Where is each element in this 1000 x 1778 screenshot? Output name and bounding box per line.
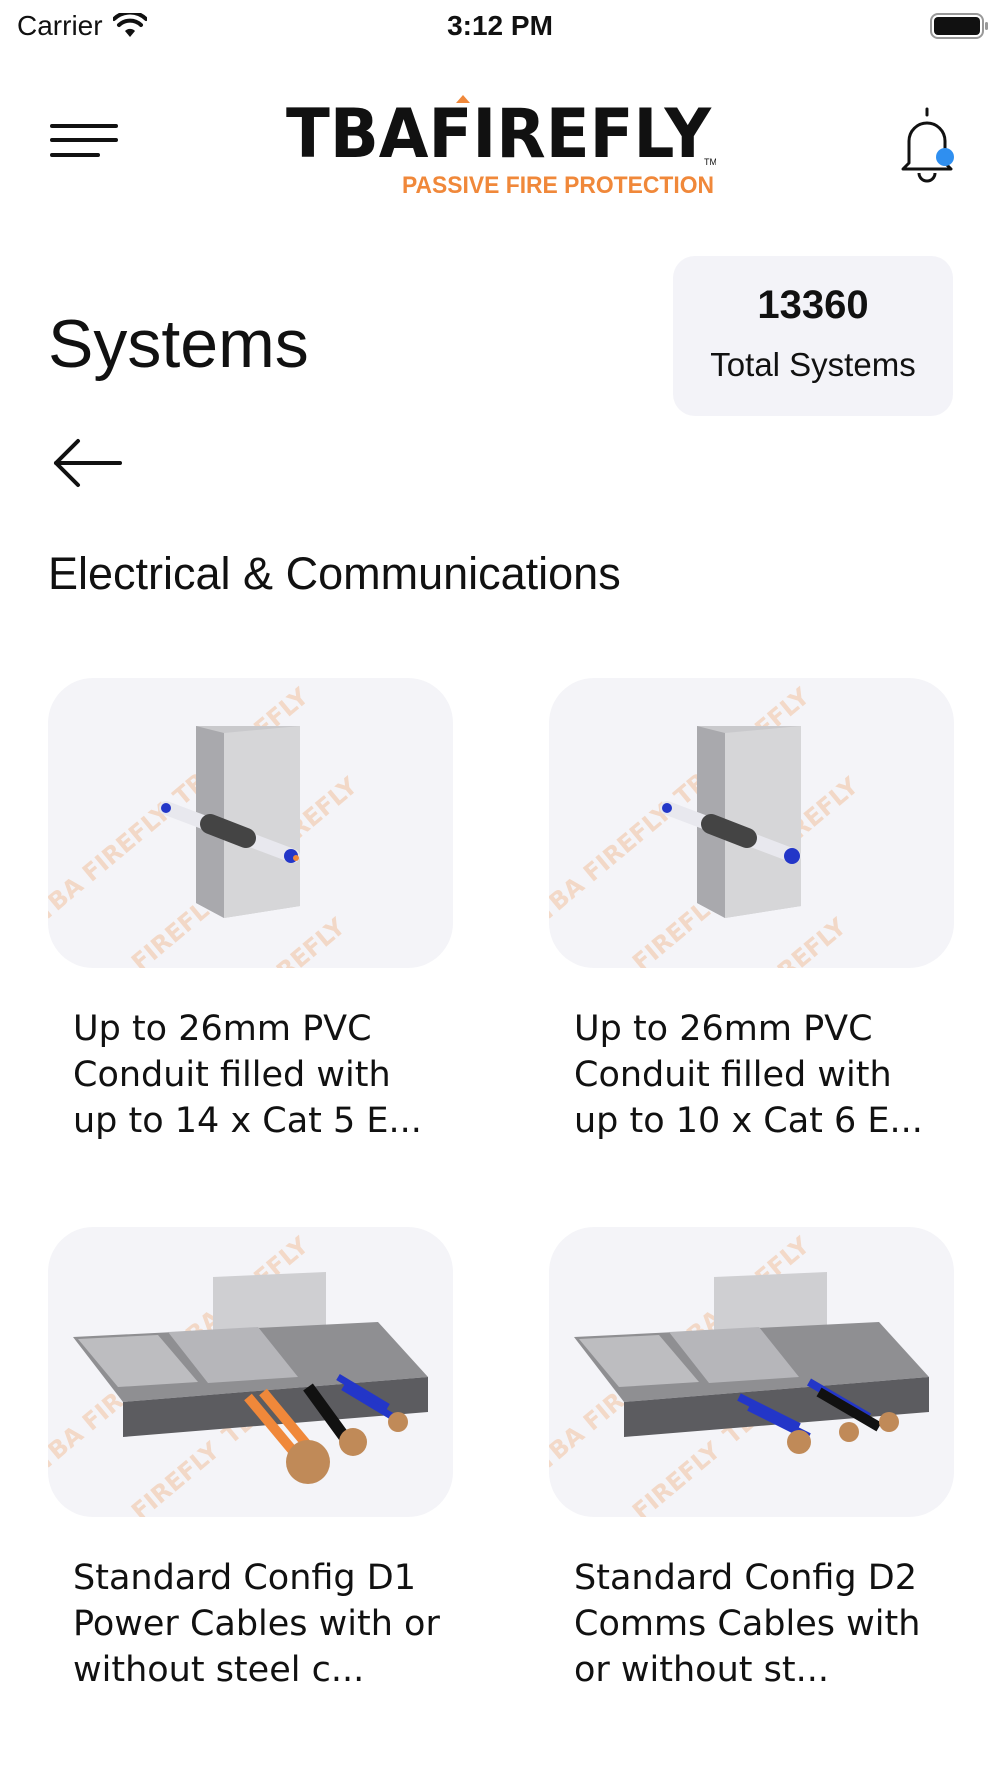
hamburger-menu-icon: [50, 124, 118, 157]
total-systems-count: 13360: [757, 283, 869, 327]
watermark-text: TBA FIREFLY: [79, 1436, 225, 1517]
total-systems-card: 13360 Total Systems: [673, 256, 953, 416]
page-title: Systems: [48, 306, 309, 382]
category-title: Electrical & Communications: [48, 548, 621, 599]
system-image: TBA FIREFLY TBA FIREFLY TBA FIREFLY TBA …: [48, 678, 453, 968]
system-card[interactable]: TBA FIREFLY TBA FIREFLY TBA FIREFLY TBA …: [549, 1227, 954, 1693]
status-time: 3:12 PM: [447, 10, 553, 41]
system-title: Standard Config D2 Comms Cables with or …: [574, 1558, 921, 1690]
logo-text: TBAFIREFLY: [286, 95, 712, 174]
system-card[interactable]: TBA FIREFLY TBA FIREFLY TBA FIREFLY TBA …: [549, 678, 954, 1144]
watermark-text: TBA FIREFLY: [580, 1436, 726, 1517]
logo-trademark: TM: [704, 157, 716, 167]
tba-firefly-logo: TBAFIREFLY PASSIVE FIRE PROTECTION TM: [286, 95, 716, 195]
watermark-text: TBA FIREFLY: [705, 912, 851, 968]
watermark-text: TBA FIREFLY: [204, 912, 350, 968]
back-button[interactable]: [50, 436, 125, 491]
arrow-left-icon: [54, 439, 122, 487]
notification-dot: [936, 148, 954, 166]
system-image: TBA FIREFLY TBA FIREFLY TBA FIREFLY TBA …: [48, 1227, 453, 1517]
watermark-text: TBA FIREFLY: [48, 798, 176, 927]
system-image: TBA FIREFLY TBA FIREFLY TBA FIREFLY TBA …: [549, 678, 954, 968]
notifications-button[interactable]: [895, 105, 965, 185]
total-systems-label: Total Systems: [710, 346, 916, 383]
bell-icon: [901, 107, 954, 183]
app-header: TBAFIREFLY PASSIVE FIRE PROTECTION TM: [0, 80, 1000, 200]
menu-button[interactable]: [50, 120, 120, 170]
battery-icon: [930, 13, 988, 39]
system-card[interactable]: TBA FIREFLY TBA FIREFLY TBA FIREFLY TBA …: [48, 678, 453, 1144]
logo-subtitle: PASSIVE FIRE PROTECTION: [402, 172, 714, 195]
system-title: Up to 26mm PVC Conduit filled with up to…: [574, 1009, 923, 1141]
system-title: Standard Config D1 Power Cables with or …: [73, 1558, 440, 1690]
system-image: TBA FIREFLY TBA FIREFLY TBA FIREFLY TBA …: [549, 1227, 954, 1517]
system-title: Up to 26mm PVC Conduit filled with up to…: [73, 1009, 422, 1141]
status-bar: Carrier 3:12 PM: [0, 0, 1000, 50]
system-card[interactable]: TBA FIREFLY TBA FIREFLY TBA FIREFLY TBA …: [48, 1227, 453, 1693]
watermark-text: TBA FIREFLY: [549, 798, 677, 927]
